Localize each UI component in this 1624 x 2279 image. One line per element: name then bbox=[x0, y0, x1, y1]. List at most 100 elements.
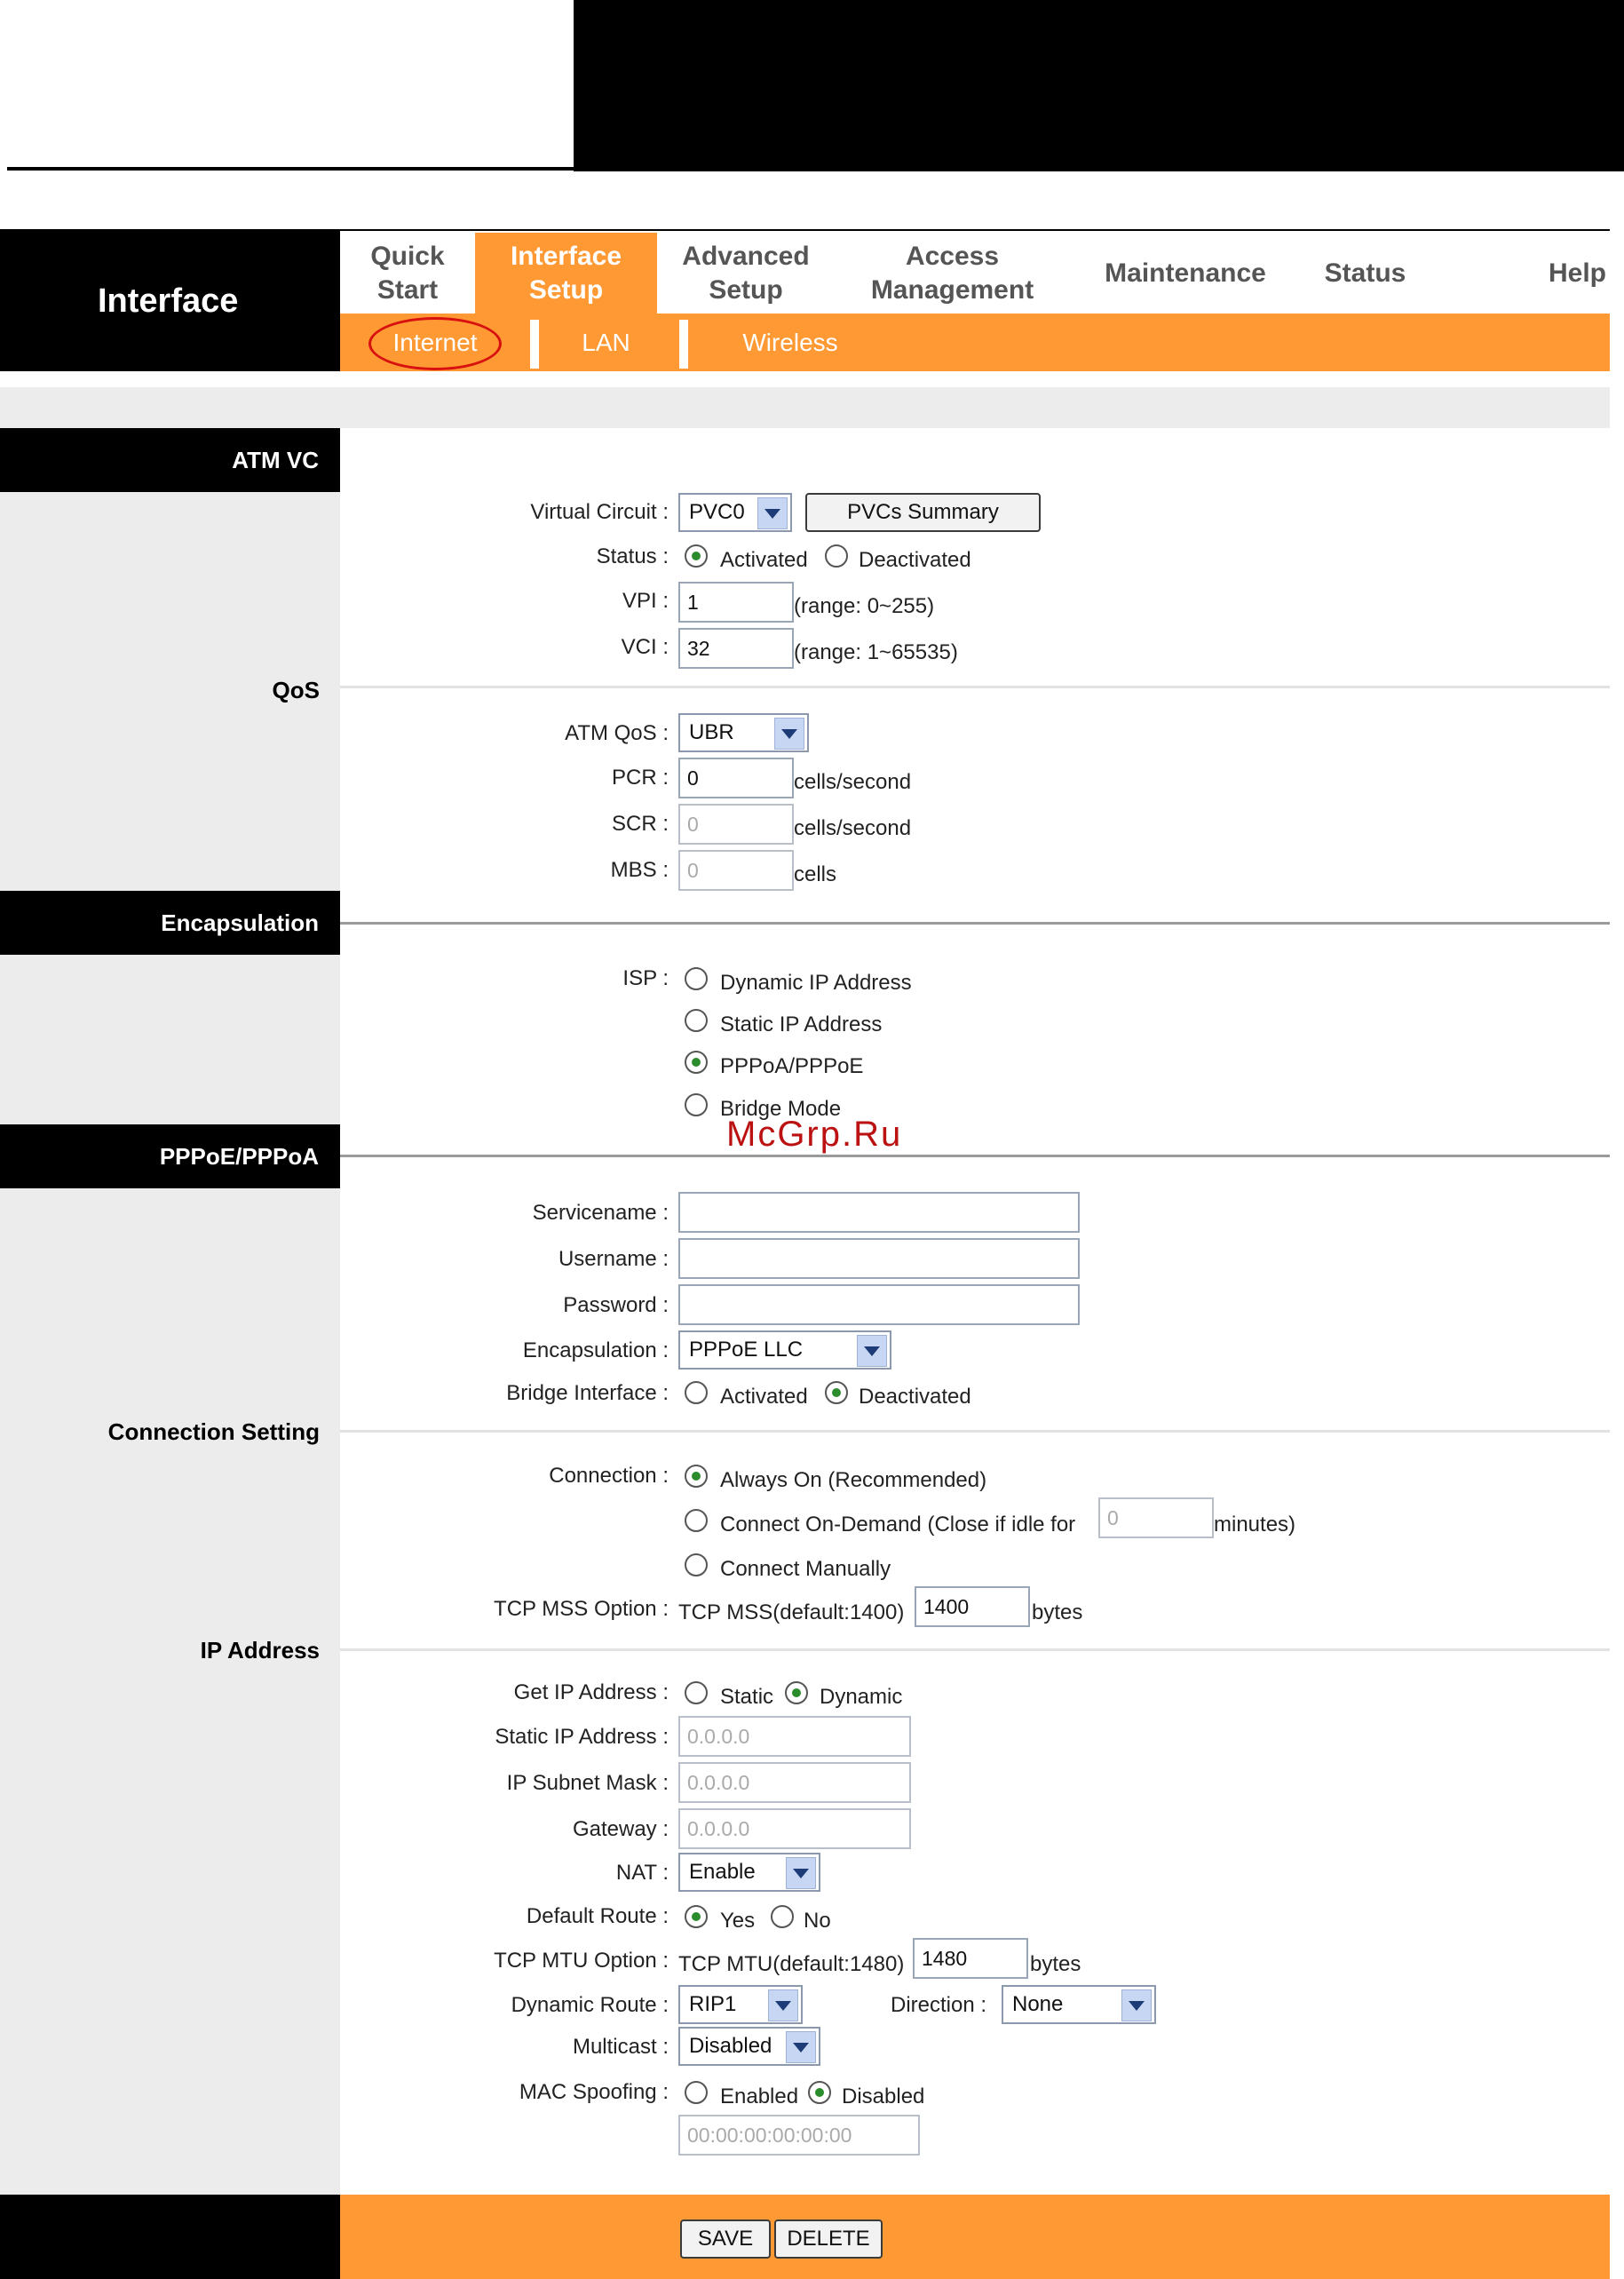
encapsulation-select[interactable]: PPPoE LLC bbox=[678, 1330, 891, 1370]
pcr-unit: cells/second bbox=[794, 770, 912, 794]
subnet-mask-label: IP Subnet Mask : bbox=[506, 1771, 669, 1795]
username-input[interactable] bbox=[678, 1238, 1080, 1279]
password-label: Password : bbox=[563, 1293, 669, 1317]
default-route-no-radio[interactable] bbox=[771, 1905, 794, 1928]
mac-enabled-radio[interactable] bbox=[685, 2081, 708, 2104]
default-route-yes-text: Yes bbox=[720, 1909, 756, 1933]
menu-help[interactable]: Help bbox=[1483, 233, 1624, 314]
ip-static-radio[interactable] bbox=[685, 1681, 708, 1704]
servicename-label: Servicename : bbox=[532, 1201, 669, 1225]
always-on-text: Always On (Recommended) bbox=[720, 1468, 987, 1492]
virtual-circuit-select[interactable]: PVC0 bbox=[678, 493, 792, 532]
submenu-lan[interactable]: LAN bbox=[546, 320, 666, 366]
menu-access-management[interactable]: Access Management bbox=[835, 233, 1070, 314]
vci-input[interactable]: 32 bbox=[678, 628, 794, 669]
save-button[interactable]: SAVE bbox=[680, 2219, 771, 2259]
isp-label: ISP : bbox=[622, 966, 669, 990]
submenu-wireless[interactable]: Wireless bbox=[701, 320, 879, 366]
section-encapsulation: Encapsulation bbox=[0, 891, 340, 955]
multicast-select[interactable]: Disabled bbox=[678, 2027, 820, 2066]
select-value: None bbox=[1012, 1992, 1064, 2016]
ip-static-text: Static bbox=[720, 1685, 774, 1709]
servicename-input[interactable] bbox=[678, 1192, 1080, 1233]
menu-maintenance[interactable]: Maintenance bbox=[1070, 233, 1301, 314]
gateway-input[interactable]: 0.0.0.0 bbox=[678, 1808, 911, 1849]
mbs-input[interactable]: 0 bbox=[678, 850, 794, 891]
section-qos: QoS bbox=[272, 677, 320, 703]
section-ip-address: IP Address bbox=[200, 1637, 320, 1664]
pcr-input[interactable]: 0 bbox=[678, 758, 794, 798]
pvcs-summary-button[interactable]: PVCs Summary bbox=[805, 493, 1041, 532]
mac-spoofing-label: MAC Spoofing : bbox=[519, 2080, 669, 2104]
watermark: McGrp.Ru bbox=[726, 1115, 903, 1154]
scr-input[interactable]: 0 bbox=[678, 804, 794, 845]
connect-manually-text: Connect Manually bbox=[720, 1557, 891, 1581]
select-value: PPPoE LLC bbox=[689, 1338, 804, 1362]
delete-button[interactable]: DELETE bbox=[774, 2219, 883, 2259]
vpi-range: (range: 0~255) bbox=[794, 594, 935, 618]
isp-pppoe-radio[interactable] bbox=[685, 1051, 708, 1074]
ip-dynamic-radio[interactable] bbox=[785, 1681, 808, 1704]
isp-static-text: Static IP Address bbox=[720, 1012, 883, 1036]
menu-line: Help bbox=[1548, 258, 1606, 288]
tcp-mtu-input[interactable]: 1480 bbox=[913, 1938, 1028, 1979]
menu-line: Quick bbox=[370, 241, 445, 271]
section-title: Interface bbox=[0, 231, 340, 371]
section-atm-vc: ATM VC bbox=[0, 428, 340, 492]
static-ip-input[interactable]: 0.0.0.0 bbox=[678, 1716, 911, 1757]
section-pppoe: PPPoE/PPPoA bbox=[0, 1124, 340, 1188]
tcp-mtu-unit: bytes bbox=[1030, 1952, 1081, 1976]
scr-unit: cells/second bbox=[794, 816, 912, 840]
on-demand-text: Connect On-Demand (Close if idle for bbox=[720, 1513, 1076, 1537]
menu-advanced-setup[interactable]: Advanced Setup bbox=[657, 233, 835, 314]
idle-minutes-input[interactable]: 0 bbox=[1098, 1497, 1214, 1538]
password-input[interactable] bbox=[678, 1284, 1080, 1325]
bridge-deactivated-radio[interactable] bbox=[825, 1381, 848, 1404]
header-rule bbox=[7, 167, 575, 171]
subnet-mask-input[interactable]: 0.0.0.0 bbox=[678, 1762, 911, 1803]
direction-select[interactable]: None bbox=[1002, 1985, 1156, 2024]
menu-quick-start[interactable]: Quick Start bbox=[340, 233, 475, 314]
atm-qos-label: ATM QoS : bbox=[565, 721, 669, 745]
menu-line: Interface bbox=[510, 241, 622, 271]
atm-qos-select[interactable]: UBR bbox=[678, 713, 809, 752]
on-demand-radio[interactable] bbox=[685, 1509, 708, 1532]
encapsulation-label: Encapsulation : bbox=[522, 1338, 669, 1362]
vci-range: (range: 1~65535) bbox=[794, 640, 958, 664]
always-on-radio[interactable] bbox=[685, 1465, 708, 1488]
chevron-down-icon bbox=[768, 1989, 798, 2021]
header-banner bbox=[574, 0, 1624, 171]
mac-disabled-radio[interactable] bbox=[808, 2081, 831, 2104]
status-deactivated-radio[interactable] bbox=[825, 544, 848, 568]
mac-disabled-text: Disabled bbox=[842, 2084, 925, 2108]
vpi-label: VPI : bbox=[622, 589, 669, 613]
bridge-interface-label: Bridge Interface : bbox=[506, 1381, 669, 1405]
tcp-mss-label: TCP MSS Option : bbox=[494, 1597, 669, 1621]
bridge-deactivated-text: Deactivated bbox=[859, 1385, 971, 1409]
default-route-label: Default Route : bbox=[526, 1904, 669, 1928]
footer-left bbox=[0, 2195, 340, 2279]
submenu-separator bbox=[530, 320, 539, 369]
tcp-mss-input[interactable]: 1400 bbox=[915, 1586, 1030, 1627]
vpi-input[interactable]: 1 bbox=[678, 582, 794, 623]
dynamic-route-select[interactable]: RIP1 bbox=[678, 1985, 803, 2024]
isp-dynamic-radio[interactable] bbox=[685, 967, 708, 990]
divider bbox=[340, 1430, 1610, 1433]
static-ip-label: Static IP Address : bbox=[495, 1725, 669, 1749]
dynamic-route-label: Dynamic Route : bbox=[511, 1993, 669, 2017]
isp-bridge-radio[interactable] bbox=[685, 1093, 708, 1116]
default-route-yes-radio[interactable] bbox=[685, 1905, 708, 1928]
isp-static-radio[interactable] bbox=[685, 1009, 708, 1032]
connect-manually-radio[interactable] bbox=[685, 1553, 708, 1576]
pcr-label: PCR : bbox=[611, 766, 669, 790]
default-route-no-text: No bbox=[804, 1909, 831, 1933]
chevron-down-icon bbox=[1121, 1989, 1152, 2021]
isp-dynamic-text: Dynamic IP Address bbox=[720, 971, 912, 995]
menu-interface-setup[interactable]: Interface Setup bbox=[475, 233, 657, 314]
mac-address-input[interactable]: 00:00:00:00:00:00 bbox=[678, 2115, 920, 2156]
nat-select[interactable]: Enable bbox=[678, 1853, 820, 1892]
bridge-activated-radio[interactable] bbox=[685, 1381, 708, 1404]
menu-status[interactable]: Status bbox=[1301, 233, 1430, 314]
status-activated-radio[interactable] bbox=[685, 544, 708, 568]
submenu-separator bbox=[679, 320, 688, 369]
